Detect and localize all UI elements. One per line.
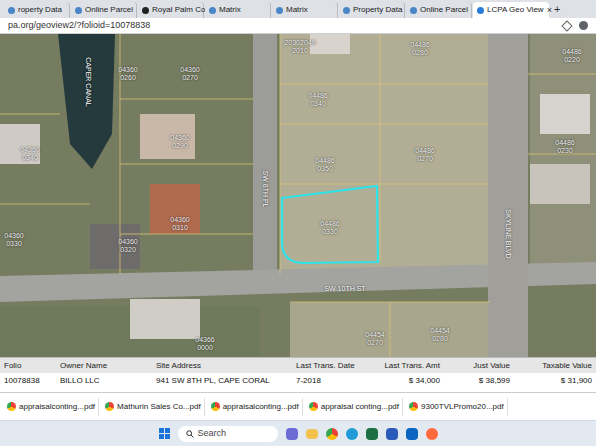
parcel-label: 04360 0310	[170, 216, 189, 231]
tab-strip: roperty DataOnline ParcelRoyal Palm CoMa…	[0, 0, 596, 18]
parcel-label: 04360 0290	[170, 134, 189, 149]
star-icon[interactable]	[561, 20, 572, 31]
excel-icon[interactable]	[366, 428, 378, 440]
parcel-label: 04486 0280	[410, 41, 429, 56]
parcel-label: 04486 0350	[315, 157, 334, 172]
table-cell: 10078838	[0, 377, 56, 385]
parcel-label: 04360 0260	[118, 66, 137, 81]
app-icon[interactable]	[286, 428, 298, 440]
favicon-icon	[142, 7, 149, 14]
column-header[interactable]: Last Trans. Amt	[370, 362, 444, 370]
parcel-label: 04366 0000	[195, 336, 214, 351]
street-label: SKYLINE BLVD	[505, 209, 512, 258]
browser-tab[interactable]: Royal Palm Co	[138, 2, 204, 18]
favicon-icon	[75, 7, 82, 14]
parcel-label: 04360 0330	[4, 232, 23, 247]
browser-tab[interactable]: Property Data	[339, 2, 405, 18]
chrome-icon	[211, 402, 220, 411]
favicon-icon	[343, 7, 350, 14]
edge-icon[interactable]	[346, 428, 358, 440]
parcel-label: 04454 0270	[365, 331, 384, 346]
favicon-icon	[209, 7, 216, 14]
street-label: SW 10TH ST	[324, 285, 365, 292]
magnifier-icon	[186, 430, 194, 438]
browser-tab[interactable]: Matrix	[272, 2, 338, 18]
windows-icon[interactable]	[159, 428, 170, 439]
parcel-label: 20302049 2010	[284, 39, 315, 54]
folder-icon[interactable]	[306, 429, 318, 439]
street-label: SW 8TH PL	[262, 171, 269, 208]
download-item[interactable]: 9300TVLPromo20...pdf	[406, 398, 508, 416]
column-header[interactable]: Just Value	[444, 362, 514, 370]
download-item[interactable]: appraisalconting...pdf	[208, 398, 303, 416]
chrome-icon	[409, 402, 418, 411]
chrome-icon	[7, 402, 16, 411]
parcel-label: 04360 0320	[118, 238, 137, 253]
parcel-label: 04486 0220	[562, 48, 581, 63]
outlook-icon[interactable]	[406, 428, 418, 440]
parcel-label: 04486 0230	[555, 139, 574, 154]
new-tab-button[interactable]: +	[550, 4, 564, 15]
parcel-label: 04454 0280	[430, 327, 449, 342]
word-icon[interactable]	[386, 428, 398, 440]
table-cell: $ 31,900	[514, 377, 596, 385]
chrome-icon	[309, 402, 318, 411]
parcel-label: 04486 0340	[308, 92, 327, 107]
favicon-icon	[477, 7, 484, 14]
download-item[interactable]: appraisalconting...pdf	[4, 398, 99, 416]
table-cell: 7-2018	[292, 377, 370, 385]
favicon-icon	[276, 7, 283, 14]
taskbar: Search	[0, 420, 596, 446]
column-header[interactable]: Folio	[0, 362, 56, 370]
chrome-icon[interactable]	[326, 428, 338, 440]
table-cell: BILLO LLC	[56, 377, 152, 385]
downloads-bar: appraisalconting...pdfMathurin Sales Co.…	[0, 392, 596, 420]
parcel-label: 04486 0330	[320, 220, 339, 235]
close-tab-button[interactable]: ×	[547, 6, 552, 15]
table-cell: 941 SW 8TH PL, CAPE CORAL	[152, 377, 292, 385]
favicon-icon	[8, 7, 15, 14]
column-header[interactable]: Last Trans. Date	[292, 362, 370, 370]
parcel-label: 04360 0340	[20, 146, 39, 161]
favicon-icon	[410, 7, 417, 14]
app-icon[interactable]	[426, 428, 438, 440]
attribute-table: FolioOwner NameSite AddressLast Trans. D…	[0, 357, 596, 392]
download-item[interactable]: appraisal conting...pdf	[306, 398, 403, 416]
browser-tab[interactable]: LCPA Geo View×	[473, 2, 549, 18]
column-header[interactable]: Owner Name	[56, 362, 152, 370]
table-cell: $ 34,000	[370, 377, 444, 385]
street-label: CAPER CANAL	[85, 57, 92, 106]
column-header[interactable]: Site Address	[152, 362, 292, 370]
browser-tab[interactable]: Matrix	[205, 2, 271, 18]
parcel-label: 04486 0270	[415, 147, 434, 162]
browser-tab[interactable]: Online Parcel	[71, 2, 137, 18]
search-box[interactable]: Search	[178, 426, 278, 442]
table-cell: $ 38,599	[444, 377, 514, 385]
browser-tab[interactable]: roperty Data	[4, 2, 70, 18]
parcel-label: 04360 0270	[180, 66, 199, 81]
table-row[interactable]: 10078838BILLO LLC941 SW 8TH PL, CAPE COR…	[0, 373, 596, 388]
chrome-icon	[105, 402, 114, 411]
address-bar[interactable]: pa.org/geoview2/?folioid=10078838	[0, 18, 596, 34]
map[interactable]: 04360 0260 04360 0270 04360 0290 04360 0310…	[0, 34, 596, 357]
download-item[interactable]: Mathurin Sales Co...pdf	[102, 398, 205, 416]
profile-icon[interactable]	[579, 21, 588, 30]
browser-tab[interactable]: Online Parcel	[406, 2, 472, 18]
column-header[interactable]: Taxable Value	[514, 362, 596, 370]
